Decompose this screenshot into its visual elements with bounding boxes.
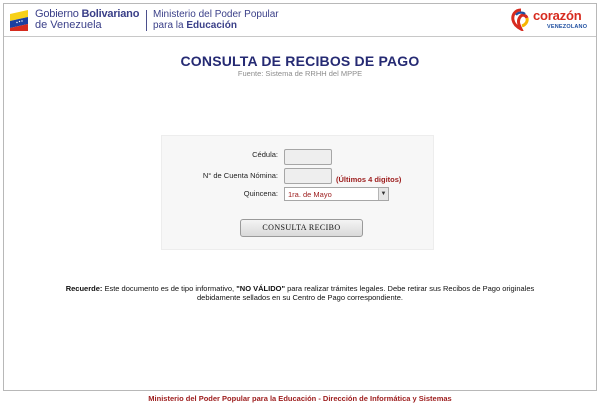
header: Gobierno Bolivariano de Venezuela Minist… — [4, 4, 596, 37]
page-subtitle: Fuente: Sistema de RRHH del MPPE — [237, 69, 363, 78]
notice-text: Recuerde: Este documento es de tipo info… — [65, 284, 535, 302]
quincena-selected-value: 1ra. de Mayo — [288, 190, 332, 199]
quincena-select[interactable]: 1ra. de Mayo ▼ — [284, 187, 389, 201]
page-title: CONSULTA DE RECIBOS DE PAGO — [180, 53, 420, 69]
header-divider — [146, 10, 147, 31]
logo-subtext: VENEZOLANO — [547, 24, 588, 30]
gobierno-logo-text: Gobierno Bolivariano de Venezuela — [35, 8, 140, 31]
page-frame: Gobierno Bolivariano de Venezuela Minist… — [3, 3, 597, 391]
heart-swirl-icon — [511, 8, 529, 31]
cuenta-nomina-label: N° de Cuenta Nómina: — [202, 171, 278, 180]
cedula-input[interactable] — [284, 149, 332, 165]
quincena-label: Quincena: — [243, 189, 278, 198]
corazon-venezolano-logo: corazón VENEZOLANO — [509, 6, 595, 34]
chevron-down-icon[interactable]: ▼ — [378, 188, 388, 200]
consulta-recibo-button[interactable]: CONSULTA RECIBO — [240, 219, 363, 237]
cuenta-hint: (Últimos 4 digitos) — [336, 175, 402, 184]
venezuela-flag-icon — [10, 10, 28, 31]
notice-lead: Recuerde: — [65, 284, 103, 293]
cedula-label: Cédula: — [252, 150, 278, 159]
notice-emphasis: "NO VÁLIDO" — [236, 284, 285, 293]
ministerio-logo-text: Ministerio del Poder Popular para la Edu… — [153, 9, 279, 31]
cuenta-nomina-input[interactable] — [284, 168, 332, 184]
footer-text: Ministerio del Poder Popular para la Edu… — [148, 394, 452, 403]
logo-word: corazón — [533, 8, 582, 23]
consulta-form: Cédula: N° de Cuenta Nómina: (Últimos 4 … — [161, 135, 434, 250]
